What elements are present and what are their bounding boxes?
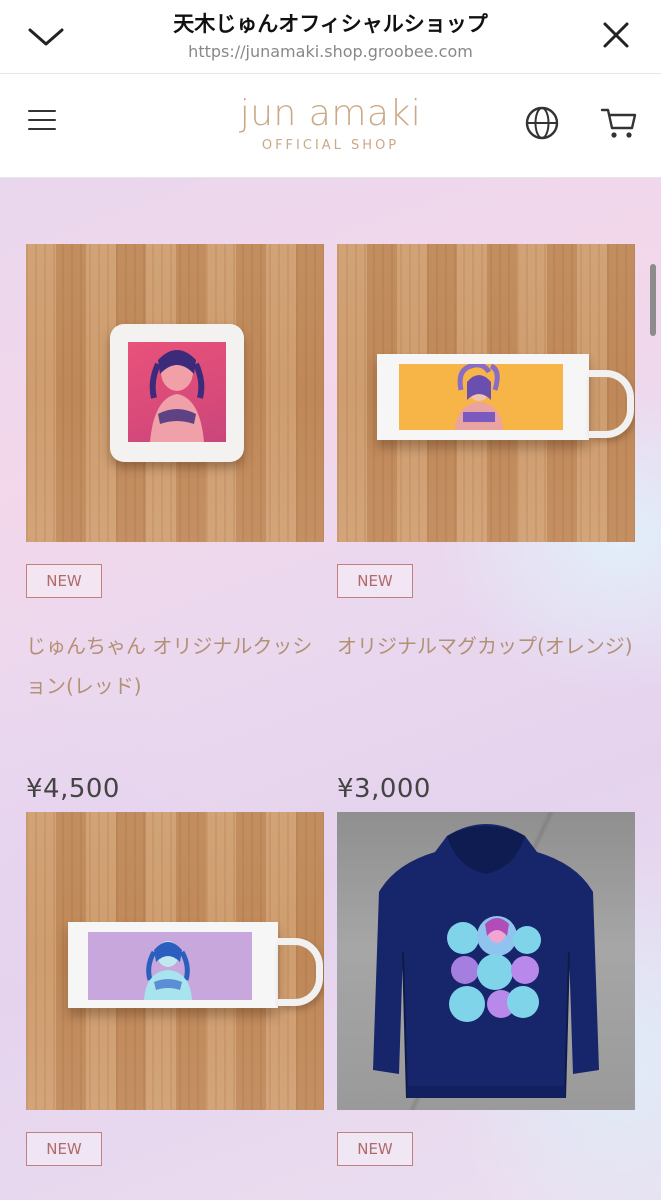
product-card[interactable]: NEW bbox=[337, 812, 635, 1166]
product-grid: NEW じゅんちゃん オリジナルクッション(レッド) ¥4,500 NEW オリ… bbox=[0, 178, 661, 1200]
product-image[interactable] bbox=[26, 244, 324, 542]
product-card[interactable]: NEW bbox=[26, 812, 324, 1166]
browser-title: 天木じゅんオフィシャルショップ bbox=[173, 12, 488, 36]
product-price: ¥3,000 bbox=[337, 774, 431, 804]
product-name[interactable]: じゅんちゃん オリジナルクッション(レッド) bbox=[26, 626, 326, 706]
shop-logo[interactable]: jun amaki OFFICIAL SHOP bbox=[0, 93, 661, 154]
new-badge: NEW bbox=[337, 564, 413, 598]
product-image[interactable] bbox=[337, 812, 635, 1110]
product-card[interactable]: NEW じゅんちゃん オリジナルクッション(レッド) ¥4,500 bbox=[26, 244, 324, 804]
new-badge: NEW bbox=[26, 564, 102, 598]
product-image[interactable] bbox=[337, 244, 635, 542]
product-card[interactable]: NEW オリジナルマグカップ(オレンジ) ¥3,000 bbox=[337, 244, 635, 804]
new-badge: NEW bbox=[337, 1132, 413, 1166]
logo-sub-text: OFFICIAL SHOP bbox=[261, 138, 400, 153]
globe-icon[interactable] bbox=[524, 105, 560, 141]
product-image[interactable] bbox=[26, 812, 324, 1110]
browser-url[interactable]: https://junamaki.shop.groobee.com bbox=[0, 42, 661, 61]
browser-bar: 天木じゅんオフィシャルショップ https://junamaki.shop.gr… bbox=[0, 0, 661, 74]
close-icon[interactable] bbox=[601, 20, 631, 50]
cart-icon[interactable] bbox=[600, 106, 638, 140]
new-badge: NEW bbox=[26, 1132, 102, 1166]
logo-main-text: jun amaki bbox=[239, 93, 422, 134]
scrollbar[interactable] bbox=[650, 264, 656, 336]
product-name[interactable]: オリジナルマグカップ(オレンジ) bbox=[337, 626, 637, 666]
product-price: ¥4,500 bbox=[26, 774, 120, 804]
shop-header: jun amaki OFFICIAL SHOP bbox=[0, 74, 661, 178]
